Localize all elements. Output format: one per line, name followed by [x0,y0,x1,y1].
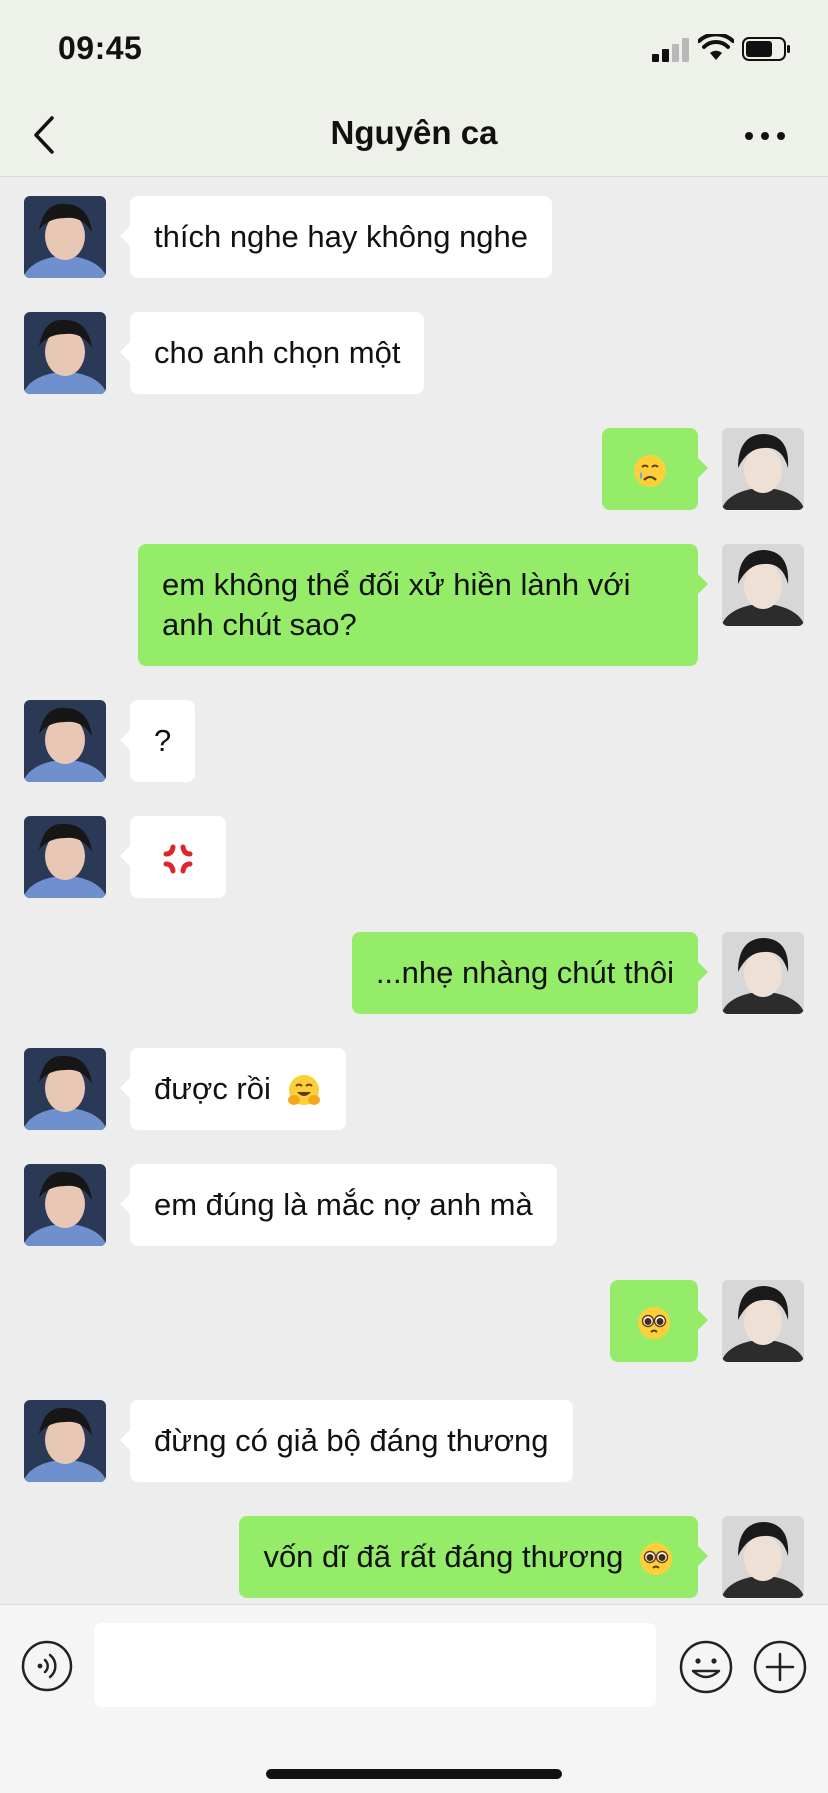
message-bubble-left[interactable] [120,816,226,898]
contact-avatar[interactable] [24,700,106,782]
user-avatar[interactable] [722,932,804,1014]
message-bubble-left[interactable]: cho anh chọn một [119,312,425,394]
pleading-face-emoji [640,1542,672,1575]
plus-icon[interactable] [752,1639,808,1695]
message-bubble-right[interactable] [602,428,708,510]
contact-avatar[interactable] [24,312,106,394]
message-text: ? [154,723,172,758]
more-dots-icon[interactable] [740,118,790,154]
message-input[interactable] [94,1623,656,1707]
message-bubble-right[interactable] [610,1280,708,1362]
voice-icon[interactable] [20,1639,74,1693]
input-bar [0,1604,828,1793]
pleading-face-emoji [638,1306,670,1339]
wifi-icon [698,34,734,60]
message-text: em đúng là mắc nợ anh mà [154,1187,533,1222]
emoji-icon[interactable] [678,1639,734,1695]
user-avatar[interactable] [722,1516,804,1598]
hugging-face-emoji [287,1074,320,1105]
message-bubble-left[interactable]: được rồi [120,1048,346,1130]
message-text: đừng có giả bộ đáng thương [154,1423,549,1458]
nav-bar: Nguyên ca [0,96,828,177]
battery-icon [742,37,790,61]
status-bar: 09:45 [0,0,828,96]
user-avatar[interactable] [722,1280,804,1362]
contact-avatar[interactable] [24,196,106,278]
contact-avatar[interactable] [24,816,106,898]
message-bubble-left[interactable]: ? [119,700,196,782]
message-text: vốn dĩ đã rất đáng thương [263,1539,624,1574]
user-avatar[interactable] [722,544,804,626]
message-text: cho anh chọn một [154,335,401,370]
anger-symbol-emoji [163,844,193,874]
message-bubble-right[interactable]: vốn dĩ đã rất đáng thương [239,1516,708,1598]
user-avatar[interactable] [722,428,804,510]
signal-bars-icon [652,38,690,62]
contact-avatar[interactable] [24,1164,106,1246]
crying-face-emoji [634,454,666,487]
message-text: thích nghe hay không nghe [154,219,529,254]
message-text: ...nhẹ nhàng chút thôi [375,955,674,990]
message-bubble-left[interactable]: thích nghe hay không nghe [119,196,553,278]
status-time: 09:45 [58,30,143,66]
message-bubble-left[interactable]: đừng có giả bộ đáng thương [120,1400,573,1482]
message-bubble-left[interactable]: em đúng là mắc nợ anh mà [120,1164,557,1246]
chat-title: Nguyên ca [330,114,498,151]
message-text: được rồi [154,1071,271,1106]
contact-avatar[interactable] [24,1400,106,1482]
message-bubble-right[interactable]: em không thể đối xử hiền lành với anh ch… [138,544,708,666]
message-bubble-right[interactable]: ...nhẹ nhàng chút thôi [351,932,709,1014]
message-text: em không thể đối xử hiền lành với anh ch… [162,567,631,642]
home-indicator[interactable] [266,1769,562,1779]
contact-avatar[interactable] [24,1048,106,1130]
